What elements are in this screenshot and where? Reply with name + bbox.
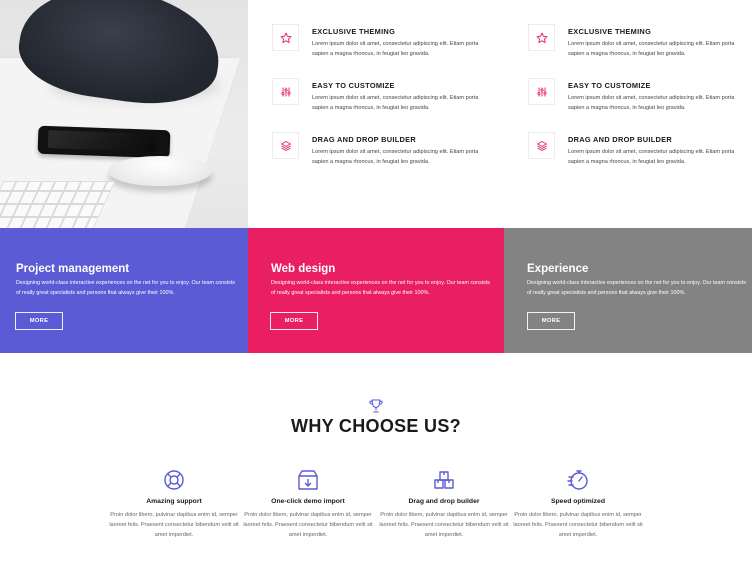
why-item: One-click demo import Proin dolor libero… — [238, 468, 378, 541]
boxes-icon — [434, 471, 454, 489]
mouse-image — [108, 156, 212, 186]
feature-text: Lorem ipsum dolor sit amet, consectetur … — [568, 95, 735, 111]
feature-title: EASY TO CUSTOMIZE — [568, 81, 651, 90]
why-item: Speed optimized Proin dolor libero, pulv… — [508, 468, 648, 541]
star-icon — [528, 24, 555, 51]
feature-title: EASY TO CUSTOMIZE — [312, 81, 395, 90]
why-item-text: Proin dolor libero, pulvinar dapibus eni… — [513, 512, 643, 539]
panel-title: Project management — [16, 263, 130, 275]
feature-text: Lorem ipsum dolor sit amet, consectetur … — [568, 41, 735, 57]
why-item-title: Amazing support — [146, 498, 202, 505]
panel-web-design: Web design Designing world-class interac… — [248, 228, 504, 353]
lifebuoy-icon — [164, 470, 184, 490]
more-button[interactable]: MORE — [270, 312, 318, 330]
feature-text: Lorem ipsum dolor sit amet, consectetur … — [312, 95, 479, 111]
stopwatch-icon — [567, 470, 588, 490]
why-item-title: Drag and drop builder — [408, 498, 480, 505]
desk-photo — [0, 0, 248, 228]
why-item-title: Speed optimized — [550, 498, 605, 505]
why-item: Drag and drop builder Proin dolor libero… — [374, 468, 514, 541]
layers-icon — [528, 132, 555, 159]
panel-text: Designing world-class interactive experi… — [16, 280, 235, 296]
why-item-text: Proin dolor libero, pulvinar dapibus eni… — [109, 512, 239, 539]
panel-title: Experience — [527, 263, 589, 275]
sliders-icon — [528, 78, 555, 105]
box-download-icon — [298, 470, 318, 490]
section-title: WHY CHOOSE US? — [291, 416, 461, 436]
feature-text: Lorem ipsum dolor sit amet, consectetur … — [312, 149, 479, 165]
phone-image — [37, 125, 171, 159]
panel-text: Designing world-class interactive experi… — [271, 280, 490, 296]
feature-text: Lorem ipsum dolor sit amet, consectetur … — [568, 149, 735, 165]
panel-project-management: Project management Designing world-class… — [0, 228, 248, 353]
panel-text: Designing world-class interactive experi… — [527, 280, 746, 296]
feature-title: EXCLUSIVE THEMING — [312, 27, 396, 36]
panel-title: Web design — [271, 263, 336, 275]
feature-title: DRAG AND DROP BUILDER — [568, 135, 673, 144]
feature-title: DRAG AND DROP BUILDER — [312, 135, 417, 144]
why-item: Amazing support Proin dolor libero, pulv… — [104, 468, 244, 541]
feature-title: EXCLUSIVE THEMING — [568, 27, 652, 36]
why-item-text: Proin dolor libero, pulvinar dapibus eni… — [379, 512, 509, 539]
more-button[interactable]: MORE — [527, 312, 575, 330]
sliders-icon — [272, 78, 299, 105]
layers-icon — [272, 132, 299, 159]
panel-experience: Experience Designing world-class interac… — [504, 228, 752, 353]
why-item-text: Proin dolor libero, pulvinar dapibus eni… — [243, 512, 373, 539]
why-item-title: One-click demo import — [271, 498, 345, 505]
feature-text: Lorem ipsum dolor sit amet, consectetur … — [312, 41, 479, 57]
more-button[interactable]: MORE — [15, 312, 63, 330]
features-section: EXCLUSIVE THEMING Lorem ipsum dolor sit … — [0, 0, 752, 228]
trophy-icon — [369, 399, 383, 413]
star-icon — [272, 24, 299, 51]
